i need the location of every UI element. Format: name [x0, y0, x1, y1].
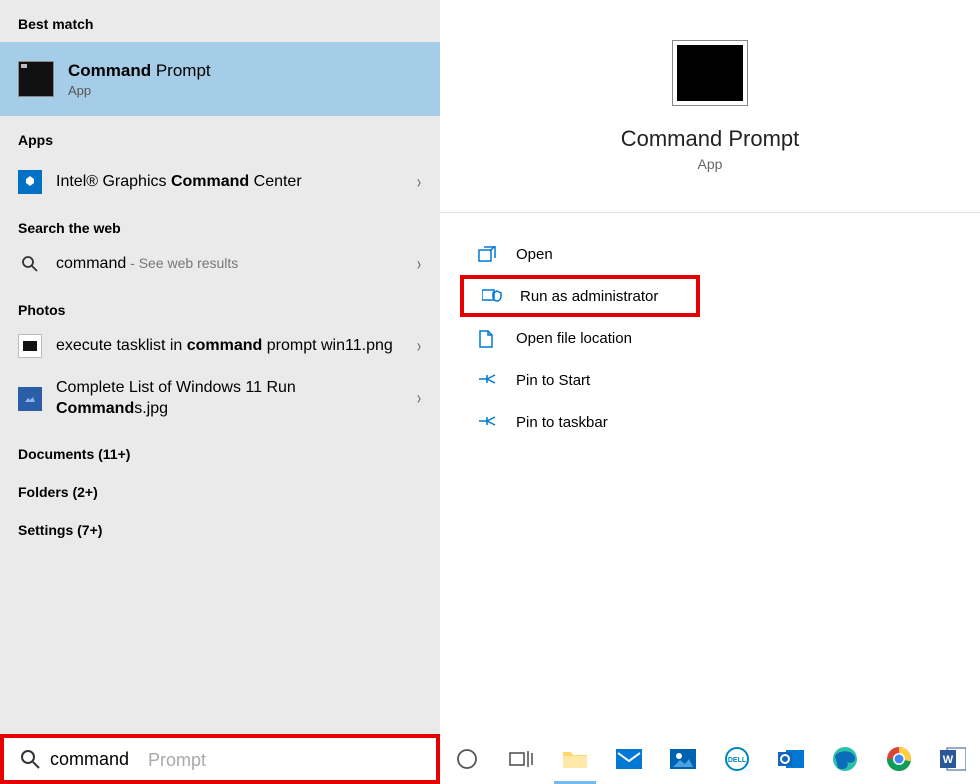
best-match-subtitle: App [68, 83, 211, 98]
action-pin-to-taskbar[interactable]: Pin to taskbar [440, 401, 980, 443]
file-explorer-button[interactable] [548, 734, 602, 784]
chevron-right-icon: › [417, 388, 421, 409]
image-file-icon [18, 334, 42, 358]
action-open[interactable]: Open [440, 233, 980, 275]
section-folders[interactable]: Folders (2+) [0, 466, 440, 504]
task-view-button[interactable] [494, 734, 548, 784]
outlook-button[interactable] [764, 734, 818, 784]
chevron-right-icon: › [417, 254, 421, 275]
section-settings[interactable]: Settings (7+) [0, 504, 440, 542]
dell-button[interactable]: DELL [710, 734, 764, 784]
app-intel-graphics-command-center[interactable]: Intel® Graphics Command Center › [0, 158, 440, 206]
search-results-pane: Best match Command Prompt App Apps Intel… [0, 0, 440, 734]
divider [440, 212, 980, 213]
search-input[interactable] [50, 749, 436, 770]
intel-icon [18, 170, 42, 194]
app-label: Intel® Graphics Command Center [56, 173, 402, 191]
photo-result-2[interactable]: Complete List of Windows 11 Run Commands… [0, 370, 440, 428]
best-match-command-prompt[interactable]: Command Prompt App [0, 42, 440, 116]
best-match-title: Command Prompt [68, 61, 211, 81]
chrome-button[interactable] [872, 734, 926, 784]
detail-subtitle: App [440, 156, 980, 172]
word-button[interactable]: W [926, 734, 980, 784]
svg-text:DELL: DELL [728, 757, 747, 764]
section-photos: Photos [0, 288, 440, 322]
section-documents[interactable]: Documents (11+) [0, 428, 440, 466]
section-best-match: Best match [0, 0, 440, 42]
action-run-as-administrator[interactable]: Run as administrator [460, 275, 700, 317]
search-icon [18, 252, 42, 276]
edge-button[interactable] [818, 734, 872, 784]
image-file-icon [18, 387, 42, 411]
photo-2-label: Complete List of Windows 11 Run Commands… [56, 378, 402, 420]
action-open-file-location[interactable]: Open file location [440, 317, 980, 359]
command-prompt-large-icon [672, 40, 748, 106]
section-search-web: Search the web [0, 206, 440, 240]
taskbar: Prompt DELL W [0, 734, 980, 784]
detail-pane: Command Prompt App Open Run as administr… [440, 0, 980, 734]
open-icon [478, 246, 498, 262]
detail-title: Command Prompt [440, 126, 980, 152]
cortana-button[interactable] [440, 734, 494, 784]
admin-shield-icon [482, 288, 502, 304]
file-location-icon [478, 330, 498, 346]
photo-result-1[interactable]: execute tasklist in command prompt win11… [0, 322, 440, 370]
chevron-right-icon: › [417, 336, 421, 357]
search-icon [20, 749, 40, 769]
mail-button[interactable] [602, 734, 656, 784]
photo-1-label: execute tasklist in command prompt win11… [56, 336, 402, 357]
section-apps: Apps [0, 116, 440, 158]
photos-button[interactable] [656, 734, 710, 784]
chevron-right-icon: › [417, 172, 421, 193]
pin-icon [478, 414, 498, 430]
web-result-command[interactable]: command - See web results › [0, 240, 440, 288]
action-pin-to-start[interactable]: Pin to Start [440, 359, 980, 401]
web-result-label: command - See web results [56, 255, 402, 273]
pin-icon [478, 372, 498, 388]
svg-text:W: W [943, 754, 954, 766]
taskbar-search-box[interactable]: Prompt [0, 734, 440, 784]
command-prompt-icon [18, 61, 54, 97]
